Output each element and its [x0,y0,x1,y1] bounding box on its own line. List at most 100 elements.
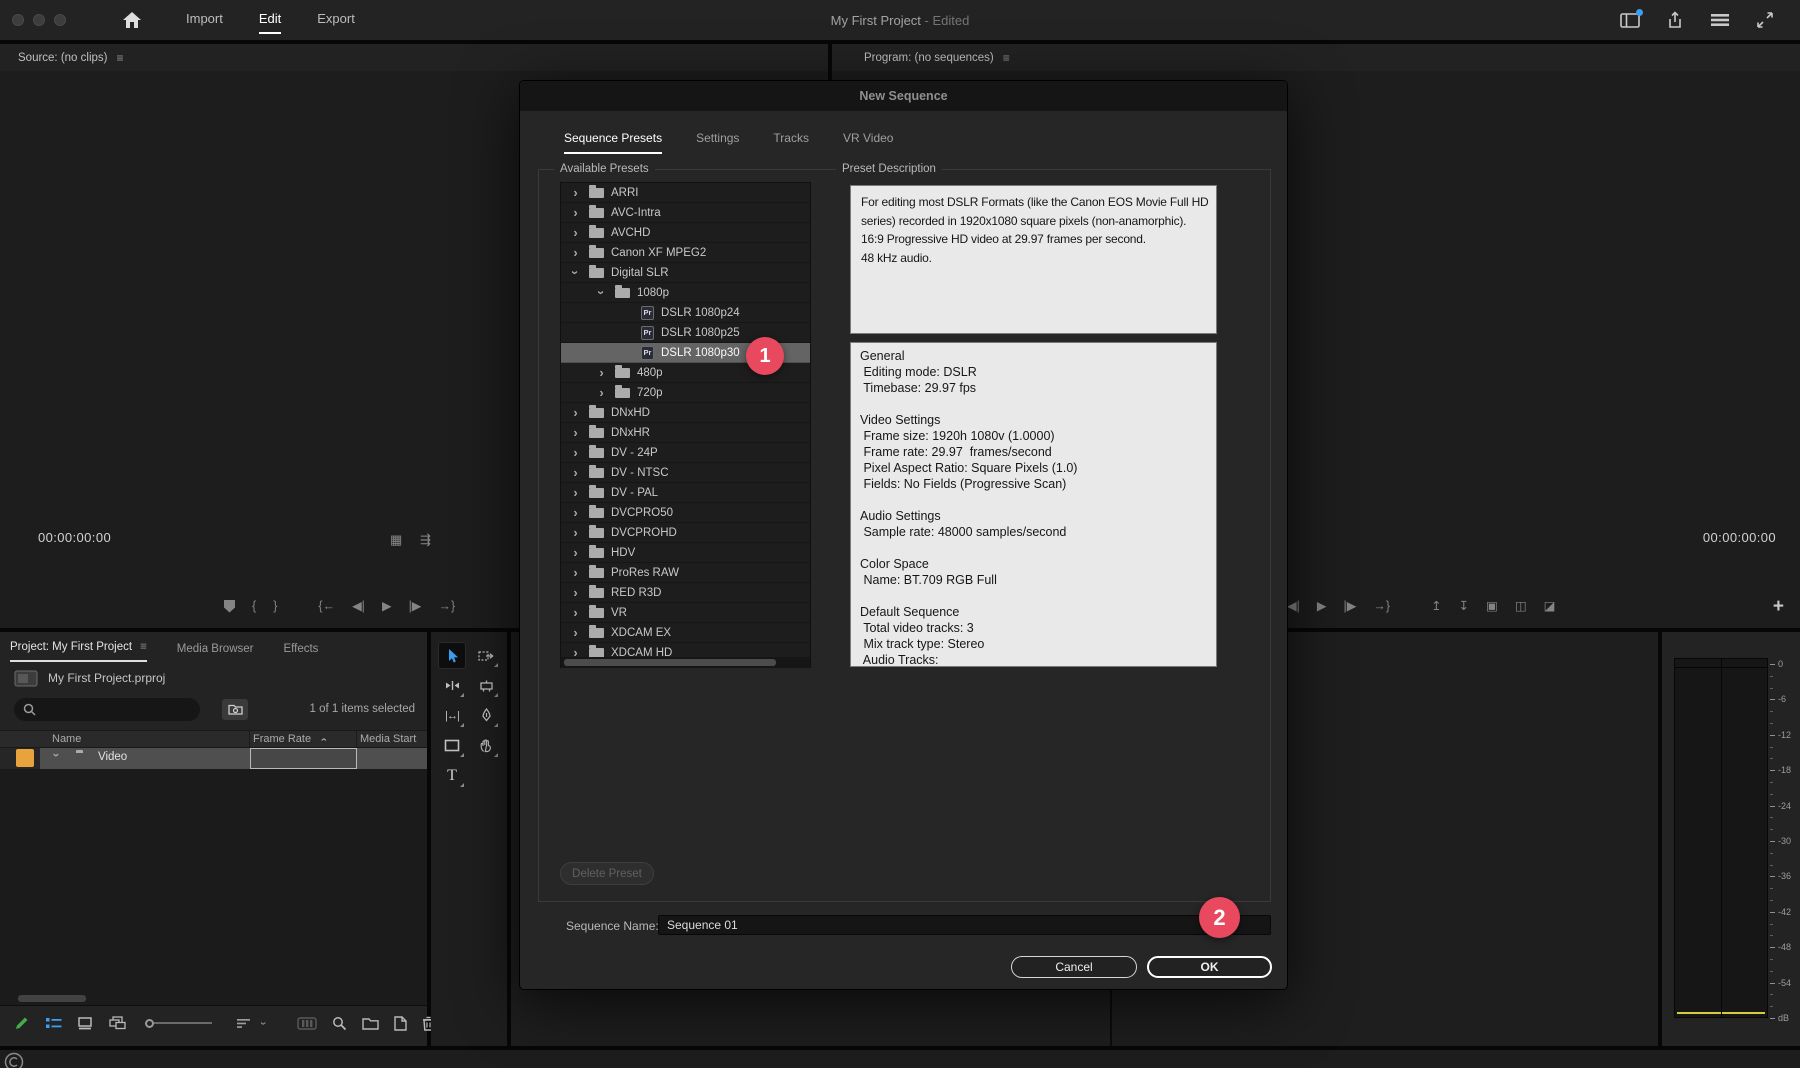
play-button[interactable]: ▶ [1317,600,1327,613]
tab-media-browser[interactable]: Media Browser [177,643,254,662]
new-bin-button[interactable] [362,1017,379,1030]
extract-button[interactable]: ↧ [1459,600,1469,613]
creative-cloud-icon[interactable] [4,1052,24,1068]
add-marker-button[interactable] [224,599,235,613]
chevron-collapsed-icon[interactable]: › [569,186,582,199]
chevron-expanded-icon[interactable]: › [594,286,609,299]
column-media-start[interactable]: Media Start [360,733,416,745]
project-writable-toggle[interactable] [14,1015,30,1031]
export-frame-button[interactable]: ▣ [1486,600,1498,613]
chevron-collapsed-icon[interactable]: › [595,366,608,379]
ripple-edit-tool[interactable] [438,672,466,699]
home-icon[interactable] [122,11,142,29]
chevron-collapsed-icon[interactable]: › [569,246,582,259]
workspace-icon[interactable] [1620,9,1643,28]
chevron-collapsed-icon[interactable]: › [569,626,582,639]
preset-tree-item[interactable]: › 720p [561,383,810,403]
rectangle-tool[interactable] [438,732,466,759]
slip-tool[interactable]: |↔| [438,702,466,729]
preset-tree-item[interactable]: › AVCHD [561,223,810,243]
new-item-button[interactable] [394,1015,407,1031]
panel-menu-icon[interactable]: ≡ [116,51,123,65]
pen-tool[interactable] [472,702,500,729]
step-forward-button[interactable]: |▶ [1344,600,1357,613]
zoom-slider-knob[interactable] [145,1018,154,1028]
preset-tree[interactable]: › ARRI › AVC-Intra › AVCHD › Canon XF MPEG2 › Dig… [560,182,811,668]
preset-tree-item[interactable]: › ARRI [561,183,810,203]
share-icon[interactable] [1666,11,1684,29]
stacked-panels-icon[interactable] [1710,13,1730,27]
nav-import[interactable]: Import [186,7,223,34]
ok-button[interactable]: OK [1147,956,1272,978]
find-button[interactable] [332,1016,347,1031]
cancel-button[interactable]: Cancel [1011,956,1137,978]
play-button[interactable]: ▶ [382,600,392,613]
icon-view-button[interactable] [77,1016,93,1030]
project-list-area[interactable] [0,769,427,1005]
window-close-button[interactable] [12,14,24,26]
preset-tree-item[interactable]: › RED R3D [561,583,810,603]
tab-effects[interactable]: Effects [283,643,318,662]
button-editor-add[interactable]: + [1773,597,1784,616]
panel-menu-icon[interactable]: ≡ [140,641,147,653]
go-to-out-button[interactable]: →} [1373,600,1390,613]
preset-tree-item[interactable]: › DVCPROHD [561,523,810,543]
razor-tool[interactable] [472,672,500,699]
chevron-collapsed-icon[interactable]: › [569,606,582,619]
chevron-collapsed-icon[interactable]: › [569,466,582,479]
source-panel-header[interactable]: Source: (no clips) ≡ [0,44,828,71]
chevron-collapsed-icon[interactable]: › [569,226,582,239]
zoom-slider-track[interactable] [154,1022,212,1024]
list-view-button[interactable] [45,1016,62,1030]
selection-tool[interactable] [438,642,466,669]
preset-tree-item[interactable]: › Digital SLR [561,263,810,283]
dialog-titlebar[interactable]: New Sequence [520,81,1287,111]
preset-tree-item[interactable]: Pr DSLR 1080p24 [561,303,810,323]
preset-tree-item[interactable]: › XDCAM EX [561,623,810,643]
search-bin-icon[interactable] [222,698,248,720]
type-tool[interactable]: T [438,762,466,789]
step-forward-button[interactable]: |▶ [409,600,422,613]
preset-tree-item[interactable]: › Canon XF MPEG2 [561,243,810,263]
tree-scrollbar-thumb[interactable] [564,659,776,666]
lift-button[interactable]: ↥ [1431,600,1441,613]
search-box[interactable] [14,697,200,721]
preset-tree-item[interactable]: › DV - 24P [561,443,810,463]
mark-out-button[interactable]: } [273,600,277,613]
program-timecode[interactable]: 00:00:00:00 [1703,530,1776,545]
project-file-row[interactable]: My First Project.prproj [0,662,427,694]
go-to-in-button[interactable]: {← [318,600,335,613]
nav-export[interactable]: Export [317,7,355,34]
multi-view-button[interactable]: ◪ [1544,600,1556,613]
go-to-out-button[interactable]: →} [438,600,455,613]
track-select-forward-tool[interactable] [472,642,500,669]
window-minimize-button[interactable] [33,14,45,26]
zoom-fit-icon[interactable]: ⇶ [420,532,431,548]
preset-tree-item[interactable]: › DV - NTSC [561,463,810,483]
nav-edit[interactable]: Edit [258,7,282,34]
preset-tree-item[interactable]: › AVC-Intra [561,203,810,223]
fullscreen-icon[interactable] [1756,11,1774,29]
source-timecode[interactable]: 00:00:00:00 [38,530,111,545]
search-input[interactable] [42,703,182,715]
preset-tree-item[interactable]: › ProRes RAW [561,563,810,583]
column-frame-rate[interactable]: Frame Rate › [253,733,336,745]
preset-tree-item[interactable]: › HDV [561,543,810,563]
chevron-collapsed-icon[interactable]: › [595,386,608,399]
tab-vr-video[interactable]: VR Video [843,131,893,154]
chevron-collapsed-icon[interactable]: › [569,426,582,439]
hand-tool[interactable] [472,732,500,759]
tab-project[interactable]: Project: My First Project ≡ [10,641,147,662]
preset-tree-item[interactable]: › DV - PAL [561,483,810,503]
horizontal-scrollbar[interactable] [18,995,86,1002]
step-back-button[interactable]: ◀| [1287,600,1300,613]
column-name[interactable]: Name [52,733,81,745]
delete-preset-button[interactable]: Delete Preset [560,862,654,885]
panel-menu-icon[interactable]: ≡ [1003,51,1010,65]
preset-tree-item[interactable]: › VR [561,603,810,623]
sequence-name-input[interactable] [658,915,1271,935]
tab-sequence-presets[interactable]: Sequence Presets [564,131,663,154]
audio-meter[interactable] [1674,658,1768,1018]
chevron-collapsed-icon[interactable]: › [569,206,582,219]
source-settings-icon[interactable]: ▦ [390,532,402,548]
